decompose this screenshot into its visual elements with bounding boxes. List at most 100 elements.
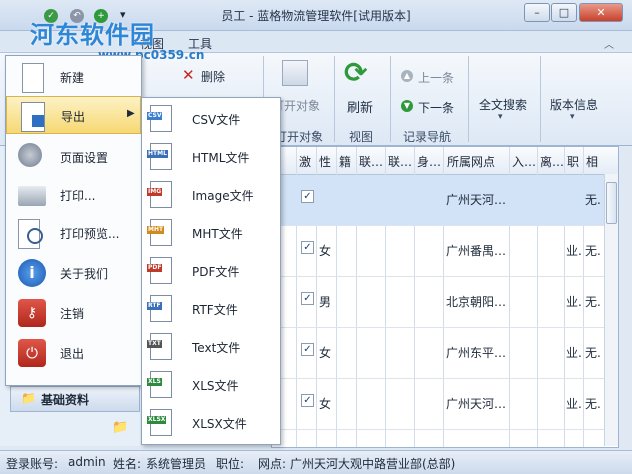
export-mht[interactable]: MHT MHT文件 <box>142 213 280 251</box>
key-icon: ⚷ <box>18 299 46 327</box>
record-nav-group-label: 记录导航 <box>403 130 452 144</box>
printer-icon <box>18 186 46 206</box>
xlsx-file-icon: XLSX <box>147 409 172 436</box>
print-preview-icon <box>18 219 43 249</box>
column-header[interactable]: 所属网点 <box>447 153 495 170</box>
column-header[interactable]: 激 <box>299 153 311 170</box>
power-icon: ⏻ <box>18 339 46 367</box>
job-cell: 业. <box>566 244 582 258</box>
open-object-group-label: 打开对象 <box>275 130 324 144</box>
name-label: 姓名: <box>113 457 142 471</box>
branch-cell: 广州番禺… <box>446 244 507 258</box>
refresh-icon[interactable]: ⟳ <box>344 58 367 88</box>
ribbon-separator <box>334 56 335 142</box>
nav-group-label: 基础资料 <box>41 393 90 407</box>
table-row[interactable]: ✓ 女 广州东平… 业. 无. <box>272 328 618 379</box>
export-submenu: CSV CSV文件 HTML HTML文件 IMG Image文件 MHT MH… <box>141 97 281 445</box>
table-row[interactable]: ✓ 女 广州番禺… 业. 无. <box>272 226 618 277</box>
delete-button[interactable]: 删除 <box>201 68 225 85</box>
prev-record-icon[interactable]: ▲ <box>401 70 413 82</box>
text-file-icon: TXT <box>147 333 172 360</box>
minimize-button[interactable]: – <box>524 3 550 22</box>
export-image[interactable]: IMG Image文件 <box>142 175 280 213</box>
gender-cell: 男 <box>319 295 332 309</box>
ribbon-separator <box>540 56 541 142</box>
close-button[interactable]: ✕ <box>579 3 623 22</box>
employee-grid[interactable]: 激 性 籍 联… 联… 身… 所属网点 入… 离… 职 相 ✓ 广州天河… 无.… <box>271 146 619 448</box>
active-checkbox[interactable]: ✓ <box>301 343 314 356</box>
menu-item-about[interactable]: i 关于我们 <box>6 254 141 292</box>
folder-icon[interactable]: 📁 <box>112 420 128 435</box>
export-html[interactable]: HTML HTML文件 <box>142 137 280 175</box>
branch-cell: 广州天河… <box>446 397 507 411</box>
nav-group-basic-data[interactable]: 📁 基础资料 <box>10 386 140 412</box>
gender-cell: 女 <box>319 397 332 411</box>
submenu-arrow-icon: ▶ <box>127 108 135 119</box>
export-rtf[interactable]: RTF RTF文件 <box>142 289 280 327</box>
xls-file-icon: XLS <box>147 371 172 398</box>
mht-file-icon: MHT <box>147 219 172 246</box>
maximize-button[interactable]: □ <box>551 3 577 22</box>
ribbon-separator <box>468 56 469 142</box>
fulltext-search-button[interactable]: 全文搜索 <box>479 96 527 113</box>
active-checkbox[interactable]: ✓ <box>301 292 314 305</box>
active-checkbox[interactable]: ✓ <box>301 190 314 203</box>
gender-cell: 女 <box>319 346 332 360</box>
column-header[interactable]: 入… <box>512 153 536 170</box>
version-dropdown-icon[interactable]: ▾ <box>570 112 575 122</box>
job-cell: 业. <box>566 397 582 411</box>
branch-cell: 北京朝阳… <box>446 295 507 309</box>
column-header[interactable]: 相 <box>586 153 598 170</box>
active-checkbox[interactable]: ✓ <box>301 241 314 254</box>
branch-value: 广州天河大观中路营业部(总部) <box>290 457 456 471</box>
prev-record-button[interactable]: 上一条 <box>418 69 454 86</box>
menu-item-exit[interactable]: ⏻ 退出 <box>6 334 141 372</box>
ribbon-collapse-icon[interactable]: ︿ <box>604 36 614 51</box>
relation-cell: 无. <box>585 346 601 360</box>
page-setup-icon <box>18 143 42 167</box>
next-record-icon[interactable]: ▼ <box>401 100 413 112</box>
menu-item-export[interactable]: 导出 ▶ <box>6 96 141 134</box>
version-info-button[interactable]: 版本信息 <box>550 96 598 113</box>
image-file-icon: IMG <box>147 181 172 208</box>
column-header[interactable]: 离… <box>540 153 564 170</box>
open-object-icon[interactable] <box>282 60 308 86</box>
status-bar: 登录账号: admin 姓名: 系统管理员 职位: 网点: 广州天河大观中路营业… <box>0 450 632 474</box>
gender-cell: 女 <box>319 244 332 258</box>
job-cell: 业. <box>566 346 582 360</box>
table-row[interactable]: ✓ 广州天河… 无. <box>272 175 618 226</box>
export-xls[interactable]: XLS XLS文件 <box>142 365 280 403</box>
scrollbar-thumb[interactable] <box>606 182 617 224</box>
menu-item-print[interactable]: 打印... <box>6 176 141 214</box>
next-record-button[interactable]: 下一条 <box>418 99 454 116</box>
refresh-button[interactable]: 刷新 <box>347 97 373 116</box>
delete-icon[interactable]: ✕ <box>182 66 195 84</box>
menu-item-new[interactable]: 新建 <box>6 58 141 96</box>
column-header[interactable]: 身… <box>417 153 441 170</box>
name-value: 系统管理员 <box>146 457 207 471</box>
relation-cell: 无. <box>585 397 601 411</box>
fulltext-dropdown-icon[interactable]: ▾ <box>498 112 503 122</box>
branch-cell: 广州东平… <box>446 346 507 360</box>
export-text[interactable]: TXT Text文件 <box>142 327 280 365</box>
application-menu: 新建 导出 ▶ 页面设置 打印... 打印预览... i 关于我们 ⚷ 注销 ⏻… <box>5 55 142 386</box>
active-checkbox[interactable]: ✓ <box>301 394 314 407</box>
job-cell: 业. <box>566 295 582 309</box>
column-header[interactable]: 性 <box>319 153 331 170</box>
menu-item-logout[interactable]: ⚷ 注销 <box>6 294 141 332</box>
table-row[interactable]: ✓ 男 北京朝阳… 业. 无. <box>272 277 618 328</box>
export-xlsx[interactable]: XLSX XLSX文件 <box>142 403 280 441</box>
menu-item-page-setup[interactable]: 页面设置 <box>6 138 141 176</box>
account-label: 登录账号: <box>6 457 59 471</box>
export-pdf[interactable]: PDF PDF文件 <box>142 251 280 289</box>
column-header[interactable]: 职 <box>567 153 579 170</box>
position-label: 职位: <box>216 457 245 471</box>
column-header[interactable]: 籍 <box>339 153 351 170</box>
table-row[interactable]: ✓ 女 广州天河… 业. 无. <box>272 379 618 430</box>
rtf-file-icon: RTF <box>147 295 172 322</box>
column-header[interactable]: 联… <box>388 153 412 170</box>
export-csv[interactable]: CSV CSV文件 <box>142 99 280 137</box>
menu-item-print-preview[interactable]: 打印预览... <box>6 214 141 252</box>
grid-header: 激 性 籍 联… 联… 身… 所属网点 入… 离… 职 相 <box>272 147 618 175</box>
column-header[interactable]: 联… <box>359 153 383 170</box>
